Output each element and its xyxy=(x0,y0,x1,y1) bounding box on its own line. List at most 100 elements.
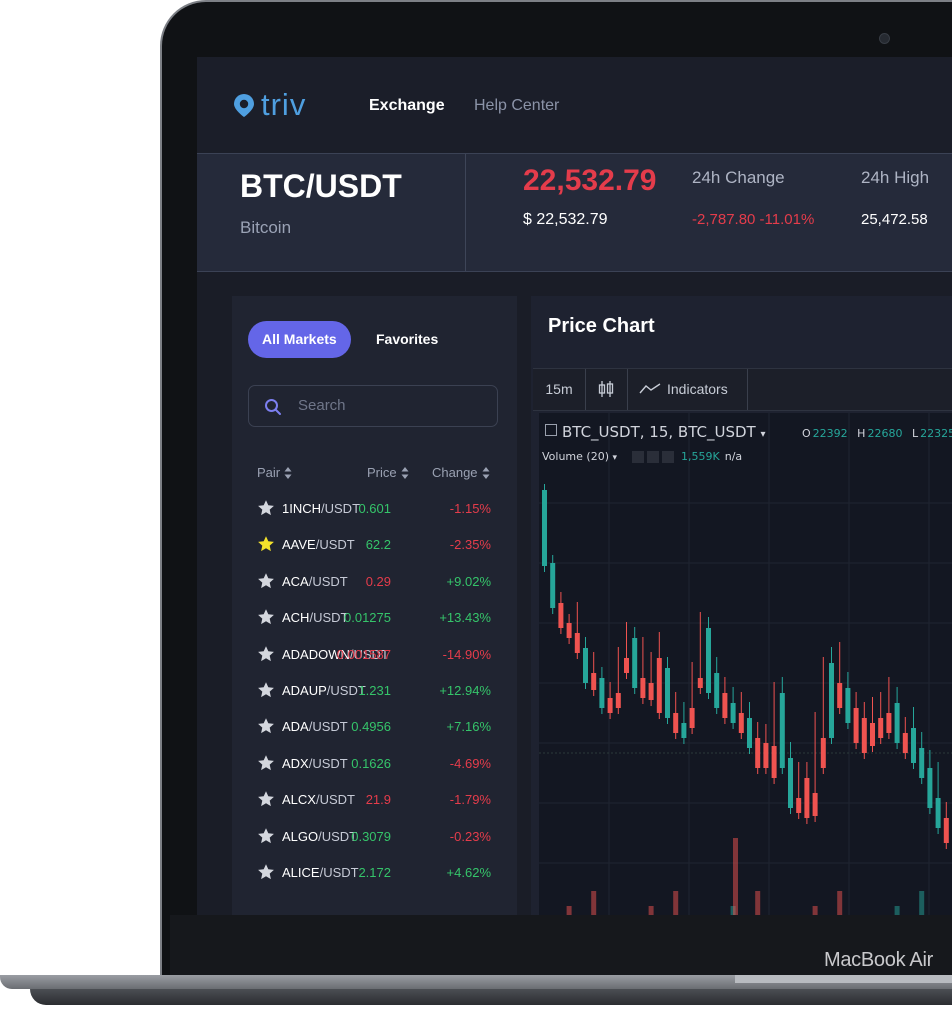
chart-type-button[interactable] xyxy=(585,369,628,410)
candle-body xyxy=(640,678,646,698)
nav-help-center-link[interactable]: Help Center xyxy=(474,97,559,115)
pair-symbol: ALICE/USDT xyxy=(282,865,359,880)
search-icon xyxy=(265,399,281,415)
close-icon[interactable] xyxy=(662,451,674,463)
pair-price: 0.1626 xyxy=(351,755,391,771)
volume-bar xyxy=(755,891,761,915)
candle-body xyxy=(796,798,802,813)
interval-selector[interactable]: 15m xyxy=(533,369,586,410)
star-icon[interactable] xyxy=(257,535,275,553)
pair-symbol: ACA/USDT xyxy=(282,574,348,589)
candle-body xyxy=(648,683,654,700)
volume-bar xyxy=(673,891,679,915)
candle-body xyxy=(861,718,867,753)
eye-icon[interactable] xyxy=(632,451,644,463)
star-icon[interactable] xyxy=(257,499,275,517)
pair-symbol: 1INCH/USDT xyxy=(282,501,360,516)
candle-body xyxy=(722,693,728,718)
volume-bar xyxy=(812,906,818,915)
settings-icon[interactable] xyxy=(647,451,659,463)
ohlc-low-value: 22325 xyxy=(920,427,952,440)
collapse-icon[interactable] xyxy=(545,424,557,436)
volume-bar xyxy=(733,838,738,915)
pair-base: ALGO xyxy=(282,828,319,844)
candle-body xyxy=(911,728,916,763)
pair-base: AAVE xyxy=(282,537,316,553)
candle-body xyxy=(558,603,564,628)
chart-toolbar: 15m Indicators xyxy=(533,368,952,411)
indicators-button[interactable]: Indicators xyxy=(627,369,748,410)
sort-icon xyxy=(482,466,490,479)
star-icon[interactable] xyxy=(257,827,275,845)
candle-body xyxy=(837,683,843,708)
ohlc-readout: O 22392 H 22680 L 22325 xyxy=(802,427,952,440)
market-row-aca[interactable]: ACA/USDT 0.29 +9.02% xyxy=(232,564,517,600)
indicators-label: Indicators xyxy=(667,381,728,397)
pair-change: -0.23% xyxy=(449,828,491,844)
candle-body xyxy=(665,668,670,718)
chart-symbol-legend[interactable]: BTC_USDT, 15, BTC_USDT ▾ xyxy=(545,423,766,441)
candle-body xyxy=(943,818,949,843)
pair-price: 0.601 xyxy=(358,501,391,516)
column-header-pair[interactable]: Pair xyxy=(257,465,292,480)
market-panel: All Markets Favorites Search Pair Price … xyxy=(232,296,517,915)
market-row-adadown[interactable]: ADADOWN/USDT 0.001587 -14.90% xyxy=(232,637,517,673)
candle-body xyxy=(829,663,834,738)
market-row-adaup[interactable]: ADAUP/USDT 1.231 +12.94% xyxy=(232,673,517,709)
pair-quote: /USDT xyxy=(308,719,348,735)
pair-change: -2.35% xyxy=(449,537,491,553)
volume-controls xyxy=(632,450,677,468)
candle-body xyxy=(870,723,875,746)
pair-symbol: AAVE/USDT xyxy=(282,537,355,552)
market-row-ada[interactable]: ADA/USDT 0.4956 +7.16% xyxy=(232,709,517,745)
pair-symbol: ADX/USDT xyxy=(282,756,348,771)
market-row-1inch[interactable]: 1INCH/USDT 0.601 -1.15% xyxy=(232,491,517,527)
pair-base: ACH xyxy=(282,610,310,626)
market-row-aave[interactable]: AAVE/USDT 62.2 -2.35% xyxy=(232,527,517,563)
pair-quote: /USDT xyxy=(315,537,355,553)
market-row-ach[interactable]: ACH/USDT 0.01275 +13.43% xyxy=(232,600,517,636)
pair-base: ALCX xyxy=(282,792,316,808)
pair-quote: /USDT xyxy=(319,865,359,880)
last-price: 22,532.79 xyxy=(523,164,657,197)
star-icon[interactable] xyxy=(257,863,275,881)
pair-price: 0.3079 xyxy=(351,828,391,844)
pair-base: 1INCH xyxy=(282,501,322,516)
star-icon[interactable] xyxy=(257,790,275,808)
candle-body xyxy=(599,678,605,708)
webcam xyxy=(879,33,890,44)
search-input[interactable]: Search xyxy=(248,385,498,427)
star-icon[interactable] xyxy=(257,572,275,590)
pair-quote: /USDT xyxy=(308,755,348,771)
star-icon[interactable] xyxy=(257,681,275,699)
column-header-price[interactable]: Price xyxy=(367,465,409,480)
pair-symbol: ACH/USDT xyxy=(282,610,348,625)
star-icon[interactable] xyxy=(257,608,275,626)
star-icon[interactable] xyxy=(257,754,275,772)
candle-body xyxy=(804,778,810,818)
candle-body xyxy=(574,633,580,653)
market-row-alice[interactable]: ALICE/USDT 2.172 +4.62% xyxy=(232,855,517,891)
triv-logo[interactable]: triv xyxy=(231,89,306,120)
pair-price: 62.2 xyxy=(365,537,391,553)
nav-exchange-link[interactable]: Exchange xyxy=(369,97,445,115)
candle-body xyxy=(894,703,900,743)
candle-body xyxy=(779,693,785,768)
volume-value: 1,559K xyxy=(681,450,720,463)
market-row-alcx[interactable]: ALCX/USDT 21.9 -1.79% xyxy=(232,782,517,818)
star-icon[interactable] xyxy=(257,645,275,663)
candle-body xyxy=(919,748,925,778)
market-row-adx[interactable]: ADX/USDT 0.1626 -4.69% xyxy=(232,746,517,782)
tab-all-markets[interactable]: All Markets xyxy=(248,321,351,358)
star-icon[interactable] xyxy=(257,717,275,735)
candle-body xyxy=(714,673,720,708)
pair-change: +4.62% xyxy=(446,865,491,880)
candle-body xyxy=(607,698,613,713)
candlestick-canvas xyxy=(539,413,952,915)
tab-favorites[interactable]: Favorites xyxy=(362,321,452,358)
column-header-change[interactable]: Change xyxy=(432,465,490,480)
market-row-algo[interactable]: ALGO/USDT 0.3079 -0.23% xyxy=(232,819,517,855)
candlestick-chart[interactable]: BTC_USDT, 15, BTC_USDT ▾ O 22392 H 22680 L… xyxy=(539,413,952,915)
volume-bar xyxy=(837,891,843,915)
pair-change: -1.79% xyxy=(449,792,491,808)
